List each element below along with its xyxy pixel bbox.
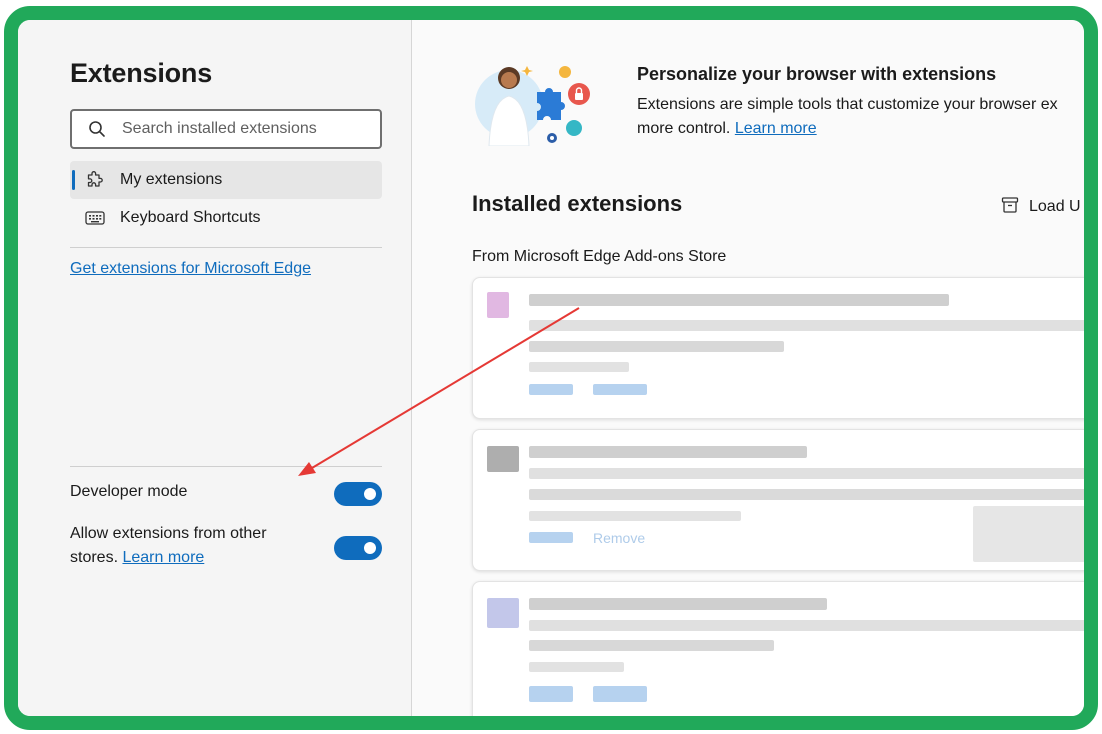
learn-more-link[interactable]: Learn more xyxy=(122,549,204,566)
developer-mode-label: Developer mode xyxy=(70,483,188,500)
redacted-text xyxy=(529,662,624,672)
nav-item-label: My extensions xyxy=(120,171,223,188)
extension-icon xyxy=(487,598,519,628)
details-link[interactable] xyxy=(529,384,573,395)
extensions-illustration-icon xyxy=(475,66,590,146)
divider xyxy=(70,466,382,467)
extension-card[interactable]: Remove xyxy=(472,429,1084,571)
hero-title: Personalize your browser with extensions xyxy=(637,64,997,84)
search-box[interactable] xyxy=(70,109,382,149)
divider xyxy=(70,247,382,248)
extensions-page: Extensions My extensions Keyboard Shortc… xyxy=(18,20,1084,716)
extension-card[interactable] xyxy=(472,277,1084,419)
extension-icon xyxy=(487,292,509,318)
other-stores-toggle[interactable] xyxy=(334,536,382,560)
hero-description-line: Extensions are simple tools that customi… xyxy=(637,96,1058,113)
page-title: Extensions xyxy=(70,58,213,88)
hero-learn-more-link[interactable]: Learn more xyxy=(735,120,817,137)
store-group-label: From Microsoft Edge Add-ons Store xyxy=(472,248,727,265)
redacted-text xyxy=(529,294,949,306)
developer-mode-toggle[interactable] xyxy=(334,482,382,506)
sidebar: Extensions My extensions Keyboard Shortc… xyxy=(18,20,412,716)
remove-link[interactable] xyxy=(593,384,647,395)
redacted-text xyxy=(529,511,741,521)
remove-link[interactable] xyxy=(593,686,647,702)
extension-icon xyxy=(487,446,519,472)
load-unpacked-label: Load U xyxy=(1029,198,1081,215)
active-indicator xyxy=(72,170,75,190)
developer-mode-row: Developer mode xyxy=(70,480,382,510)
remove-link[interactable]: Remove xyxy=(593,530,645,546)
hero-description: Extensions are simple tools that customi… xyxy=(637,93,1084,141)
main-content: Personalize your browser with extensions… xyxy=(413,20,1084,716)
details-link[interactable] xyxy=(529,532,573,543)
nav-item-keyboard-shortcuts[interactable]: Keyboard Shortcuts xyxy=(70,199,382,237)
other-stores-row: Allow extensions from other stores. Lear… xyxy=(70,522,382,574)
search-input[interactable] xyxy=(122,120,372,138)
package-icon xyxy=(1001,196,1019,219)
nav-item-label: Keyboard Shortcuts xyxy=(120,209,261,226)
load-unpacked-button[interactable]: Load U xyxy=(1001,192,1081,222)
search-icon xyxy=(72,111,122,147)
redacted-text xyxy=(529,468,1084,479)
redacted-text xyxy=(529,320,1084,331)
details-link[interactable] xyxy=(529,686,573,702)
hero-description-line: more control. xyxy=(637,120,731,137)
redacted-text xyxy=(529,620,1084,631)
redacted-text xyxy=(529,446,807,458)
get-extensions-link[interactable]: Get extensions for Microsoft Edge xyxy=(70,260,311,278)
redacted-text xyxy=(529,489,1084,500)
installed-extensions-title: Installed extensions xyxy=(472,191,683,216)
redacted-panel xyxy=(973,506,1084,562)
redacted-text xyxy=(529,341,784,352)
keyboard-icon xyxy=(70,211,120,225)
redacted-text xyxy=(529,598,827,610)
puzzle-icon xyxy=(70,170,120,190)
redacted-text xyxy=(529,362,629,372)
nav-item-my-extensions[interactable]: My extensions xyxy=(70,161,382,199)
redacted-text xyxy=(529,640,774,651)
extension-card[interactable] xyxy=(472,581,1084,716)
screenshot-frame: Extensions My extensions Keyboard Shortc… xyxy=(4,6,1098,730)
